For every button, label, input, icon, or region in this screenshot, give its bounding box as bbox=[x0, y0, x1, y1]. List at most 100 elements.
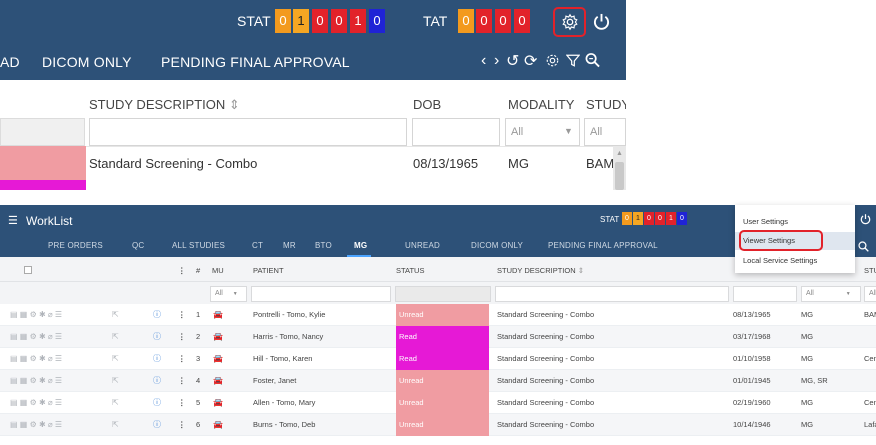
info-icon[interactable]: ⓘ bbox=[153, 304, 161, 326]
row-action-icons[interactable]: ▤ ▦ ⚙ ✱ ⌀ ☰ bbox=[10, 370, 62, 392]
stat-count[interactable]: 1 bbox=[350, 9, 366, 33]
open-external-icon[interactable]: ⇱ bbox=[112, 370, 119, 392]
nav-link-dicom-only[interactable]: DICOM ONLY bbox=[42, 54, 132, 70]
open-external-icon[interactable]: ⇱ bbox=[112, 326, 119, 348]
power-icon[interactable] bbox=[593, 12, 610, 31]
row-action-icons[interactable]: ▤ ▦ ⚙ ✱ ⌀ ☰ bbox=[10, 414, 62, 436]
column-header-modality[interactable]: MODALITY bbox=[508, 97, 574, 112]
row-action-icons[interactable]: ▤ ▦ ⚙ ✱ ⌀ ☰ bbox=[10, 326, 62, 348]
modality-filter[interactable]: All ▼ bbox=[801, 286, 861, 302]
column-header-study[interactable]: STU bbox=[864, 266, 876, 275]
tab-pending-final-approval[interactable]: PENDING FINAL APPROVAL bbox=[548, 241, 658, 250]
refresh-icon[interactable]: ⟳ bbox=[524, 51, 537, 71]
zoom-search-icon[interactable] bbox=[585, 52, 600, 68]
open-external-icon[interactable]: ⇱ bbox=[112, 348, 119, 370]
stat-count[interactable]: 0 bbox=[331, 9, 347, 33]
column-header-dob[interactable]: DOB bbox=[413, 97, 441, 112]
info-icon[interactable]: ⓘ bbox=[153, 326, 161, 348]
tab-ct[interactable]: CT bbox=[252, 241, 263, 250]
gear-icon[interactable] bbox=[561, 13, 579, 31]
tat-count[interactable]: 0 bbox=[458, 9, 474, 33]
column-header-study[interactable]: STUDY bbox=[586, 97, 626, 112]
tab-mg[interactable]: MG bbox=[354, 241, 367, 250]
hamburger-menu-icon[interactable]: ☰ bbox=[8, 214, 18, 227]
open-external-icon[interactable]: ⇱ bbox=[112, 304, 119, 326]
mu-filter[interactable]: All ▼ bbox=[210, 286, 247, 302]
tab-mr[interactable]: MR bbox=[283, 241, 296, 250]
study-description-filter[interactable] bbox=[495, 286, 729, 302]
settings-icon[interactable] bbox=[545, 53, 560, 68]
row-patient[interactable]: Burns - Tomo, Deb bbox=[253, 414, 315, 436]
stat-count[interactable]: 0 bbox=[644, 212, 654, 225]
column-menu-icon[interactable]: ⋮ bbox=[178, 266, 186, 275]
info-icon[interactable]: ⓘ bbox=[153, 348, 161, 370]
open-external-icon[interactable]: ⇱ bbox=[112, 414, 119, 436]
row-patient[interactable]: Hill - Tomo, Karen bbox=[253, 348, 312, 370]
row-action-icons[interactable]: ▤ ▦ ⚙ ✱ ⌀ ☰ bbox=[10, 392, 62, 414]
tab-unread[interactable]: UNREAD bbox=[405, 241, 440, 250]
stat-count[interactable]: 0 bbox=[275, 9, 291, 33]
stat-count[interactable]: 0 bbox=[677, 212, 687, 225]
study-filter[interactable]: All bbox=[864, 286, 876, 302]
power-icon[interactable] bbox=[860, 213, 871, 225]
tab-qc[interactable]: QC bbox=[132, 241, 144, 250]
tab-dicom-only[interactable]: DICOM ONLY bbox=[471, 241, 523, 250]
column-header-study-description[interactable]: STUDY DESCRIPTION ⇕ bbox=[497, 266, 584, 275]
filter-icon[interactable] bbox=[566, 53, 580, 68]
stat-count[interactable]: 0 bbox=[369, 9, 385, 33]
info-icon[interactable]: ⓘ bbox=[153, 414, 161, 436]
table-row[interactable]: ▤ ▦ ⚙ ✱ ⌀ ☰ ⇱ ⓘ ⋮ 3 🚘 Hill - Tomo, Karen… bbox=[0, 348, 876, 370]
menu-item-user-settings[interactable]: User Settings bbox=[735, 213, 855, 231]
filter-box[interactable] bbox=[0, 118, 85, 146]
study-description-filter[interactable] bbox=[89, 118, 407, 146]
table-row[interactable]: ▤ ▦ ⚙ ✱ ⌀ ☰ ⇱ ⓘ ⋮ 6 🚘 Burns - Tomo, Deb … bbox=[0, 414, 876, 436]
stat-count[interactable]: 1 bbox=[293, 9, 309, 33]
zoom-search-icon[interactable] bbox=[858, 241, 869, 252]
stat-count[interactable]: 0 bbox=[655, 212, 665, 225]
stat-count[interactable]: 1 bbox=[666, 212, 676, 225]
chevron-right-icon[interactable]: › bbox=[494, 52, 499, 70]
row-menu-icon[interactable]: ⋮ bbox=[178, 304, 186, 326]
table-row[interactable]: ▤ ▦ ⚙ ✱ ⌀ ☰ ⇱ ⓘ ⋮ 2 🚘 Harris - Tomo, Nan… bbox=[0, 326, 876, 348]
stat-count[interactable]: 0 bbox=[312, 9, 328, 33]
table-row[interactable]: ▤ ▦ ⚙ ✱ ⌀ ☰ ⇱ ⓘ ⋮ 5 🚘 Allen - Tomo, Mary… bbox=[0, 392, 876, 414]
tab-bto[interactable]: BTO bbox=[315, 241, 332, 250]
column-header-status[interactable]: STATUS bbox=[396, 266, 424, 275]
row-patient[interactable]: Harris - Tomo, Nancy bbox=[253, 326, 323, 348]
status-filter[interactable] bbox=[395, 286, 491, 302]
study-filter[interactable]: All bbox=[584, 118, 626, 146]
stat-count[interactable]: 1 bbox=[633, 212, 643, 225]
scrollbar[interactable]: ▲ bbox=[613, 146, 626, 190]
stat-count[interactable]: 0 bbox=[622, 212, 632, 225]
tab-pre-orders[interactable]: PRE ORDERS bbox=[48, 241, 103, 250]
undo-icon[interactable]: ↺ bbox=[506, 51, 519, 71]
info-icon[interactable]: ⓘ bbox=[153, 370, 161, 392]
column-header-number[interactable]: # bbox=[196, 266, 200, 275]
chevron-left-icon[interactable]: ‹ bbox=[481, 52, 486, 70]
column-header-patient[interactable]: PATIENT bbox=[253, 266, 284, 275]
row-menu-icon[interactable]: ⋮ bbox=[178, 348, 186, 370]
column-header-mu[interactable]: MU bbox=[212, 266, 224, 275]
tat-count[interactable]: 0 bbox=[476, 9, 492, 33]
patient-filter[interactable] bbox=[251, 286, 391, 302]
row-menu-icon[interactable]: ⋮ bbox=[178, 414, 186, 436]
row-menu-icon[interactable]: ⋮ bbox=[178, 392, 186, 414]
open-external-icon[interactable]: ⇱ bbox=[112, 392, 119, 414]
row-action-icons[interactable]: ▤ ▦ ⚙ ✱ ⌀ ☰ bbox=[10, 304, 62, 326]
table-row[interactable]: ▤ ▦ ⚙ ✱ ⌀ ☰ ⇱ ⓘ ⋮ 1 🚘 Pontrelli - Tomo, … bbox=[0, 304, 876, 326]
row-patient[interactable]: Foster, Janet bbox=[253, 370, 296, 392]
tat-count[interactable]: 0 bbox=[495, 9, 511, 33]
info-icon[interactable]: ⓘ bbox=[153, 392, 161, 414]
scroll-up-icon[interactable]: ▲ bbox=[616, 150, 623, 157]
row-action-icons[interactable]: ▤ ▦ ⚙ ✱ ⌀ ☰ bbox=[10, 348, 62, 370]
row-menu-icon[interactable]: ⋮ bbox=[178, 326, 186, 348]
modality-filter[interactable]: All ▼ bbox=[505, 118, 580, 146]
scrollbar-thumb[interactable] bbox=[615, 162, 624, 190]
row-patient[interactable]: Allen - Tomo, Mary bbox=[253, 392, 315, 414]
column-header-study-description[interactable]: STUDY DESCRIPTION ⇕ bbox=[89, 97, 240, 113]
tab-all-studies[interactable]: ALL STUDIES bbox=[172, 241, 225, 250]
dob-filter[interactable] bbox=[412, 118, 500, 146]
nav-link-unread[interactable]: AD bbox=[0, 54, 20, 70]
select-all-checkbox[interactable] bbox=[24, 266, 32, 274]
nav-link-pending-final-approval[interactable]: PENDING FINAL APPROVAL bbox=[161, 54, 350, 70]
